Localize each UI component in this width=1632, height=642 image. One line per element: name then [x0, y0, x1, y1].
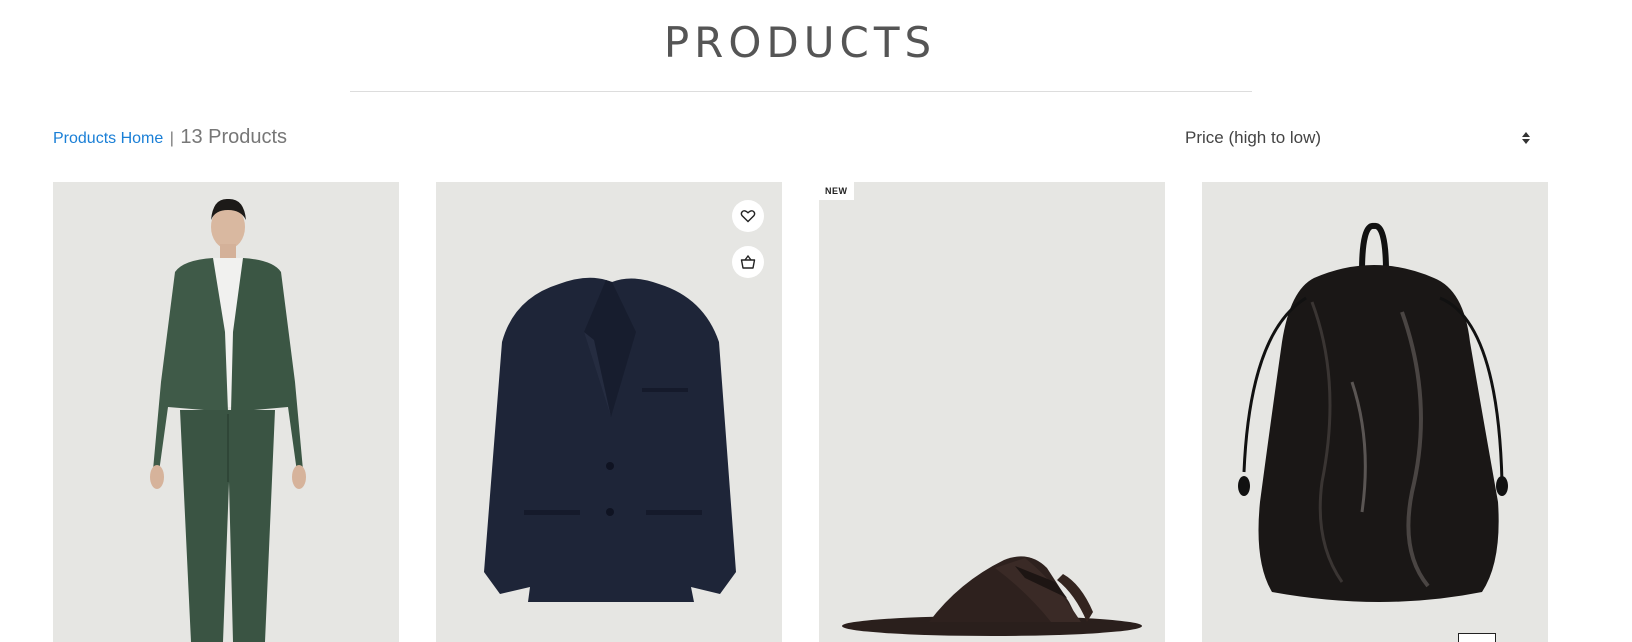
product-image[interactable]	[53, 182, 399, 642]
product-image[interactable]	[819, 182, 1165, 642]
toolbar: Products Home | 13 Products Price (high …	[53, 122, 1549, 154]
sort-selected-value: Price (high to low)	[1185, 128, 1322, 147]
product-count: 13 Products	[180, 126, 288, 148]
product-image[interactable]	[1202, 182, 1548, 642]
sort-arrows-icon	[1522, 132, 1530, 144]
add-to-basket-button[interactable]	[732, 246, 764, 278]
heart-icon	[740, 210, 756, 223]
product-card[interactable]	[1202, 182, 1548, 642]
title-divider	[350, 91, 1252, 92]
product-card[interactable]: NEW	[819, 182, 1165, 642]
basket-icon	[740, 254, 756, 269]
product-card[interactable]	[436, 182, 782, 642]
product-card[interactable]	[53, 182, 399, 642]
breadcrumb: Products Home | 13 Products	[53, 126, 287, 149]
wishlist-button[interactable]	[732, 200, 764, 232]
sort-select[interactable]: Price (high to low)	[1185, 122, 1541, 154]
breadcrumb-separator: |	[169, 130, 174, 147]
products-home-link[interactable]: Products Home	[53, 130, 163, 147]
new-badge: NEW	[819, 182, 854, 200]
product-image[interactable]	[436, 182, 782, 642]
page-title: PRODUCTS	[663, 18, 937, 67]
